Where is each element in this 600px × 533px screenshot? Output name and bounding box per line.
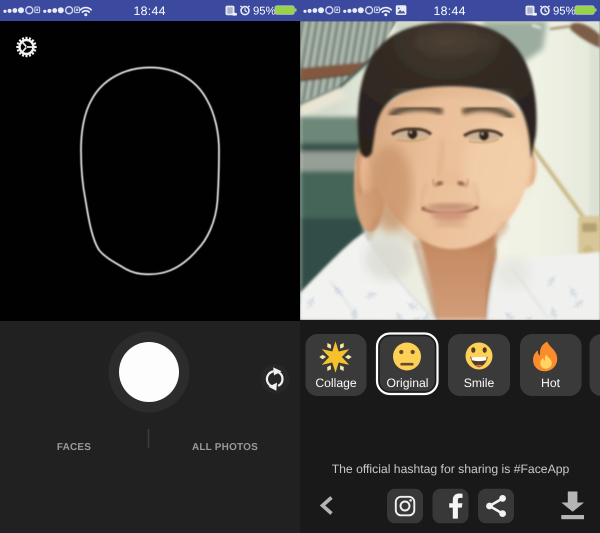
svg-text:ALL PHOTOS: ALL PHOTOS bbox=[192, 442, 258, 453]
svg-text:Hot: Hot bbox=[541, 376, 561, 390]
svg-text:Collage: Collage bbox=[315, 376, 357, 390]
svg-text:FACES: FACES bbox=[57, 442, 91, 453]
svg-text:95%: 95% bbox=[253, 5, 276, 17]
svg-text:18:44: 18:44 bbox=[133, 4, 165, 18]
svg-text:Smile: Smile bbox=[464, 376, 495, 390]
svg-text:Original: Original bbox=[387, 376, 429, 390]
svg-text:The official hashtag for shari: The official hashtag for sharing is #Fac… bbox=[332, 462, 570, 476]
